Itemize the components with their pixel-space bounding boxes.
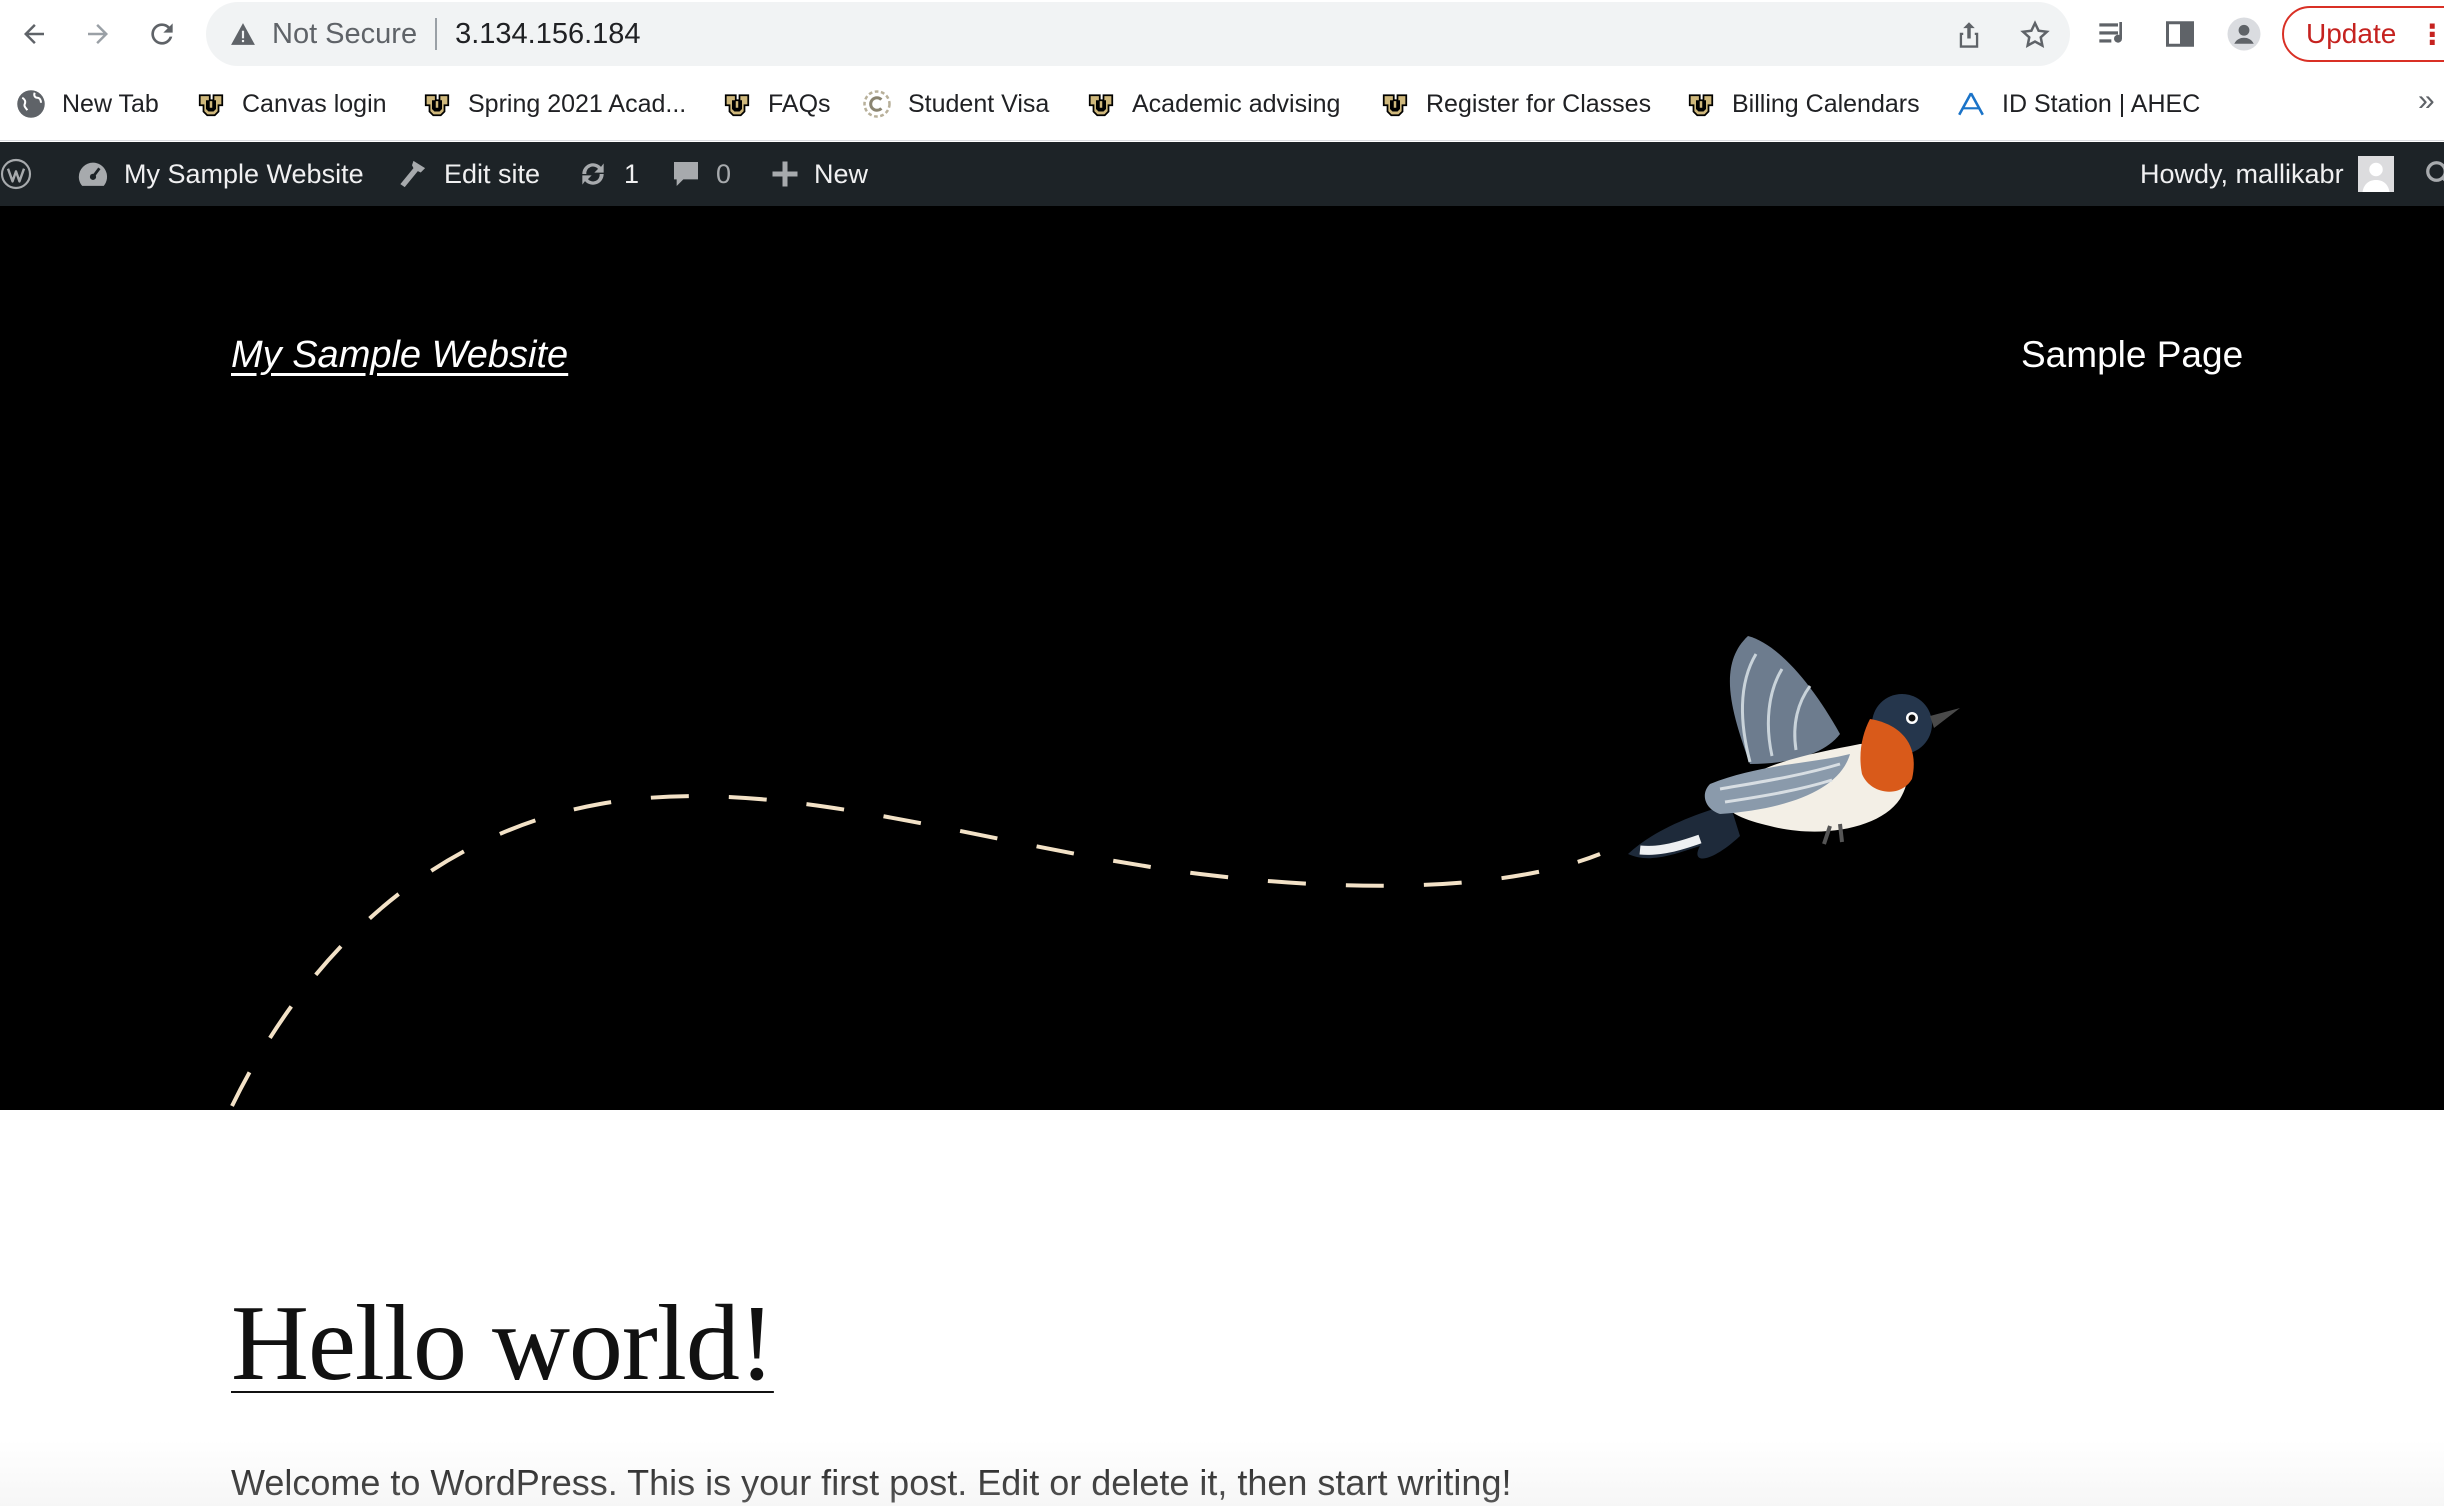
bird-illustration <box>1628 636 1960 859</box>
bookmark-label: Student Visa <box>908 89 1050 118</box>
update-label: Update <box>2306 18 2397 49</box>
bookmark-canvas-login[interactable]: Canvas login <box>196 84 387 124</box>
adminbar-updates[interactable]: 1 <box>576 142 639 206</box>
bookmark-spring-2021[interactable]: Spring 2021 Acad... <box>422 84 686 124</box>
bookmark-student-visa[interactable]: Student Visa <box>862 84 1049 124</box>
bookmark-label: Spring 2021 Acad... <box>468 89 687 118</box>
warning-triangle-icon <box>228 19 258 49</box>
c-logo-icon <box>862 89 892 119</box>
cu-logo-icon <box>196 89 226 119</box>
back-button[interactable] <box>14 14 54 54</box>
edit-site-label: Edit site <box>444 158 541 189</box>
adminbar-new[interactable]: New <box>770 142 868 206</box>
bookmark-label: Canvas login <box>242 89 387 118</box>
reload-button[interactable] <box>142 14 182 54</box>
howdy-label: Howdy, mallikabr <box>2140 158 2344 189</box>
post-title-link[interactable]: Hello world! <box>231 1282 775 1406</box>
bookmark-star-icon[interactable] <box>2018 18 2052 52</box>
site-name-label: My Sample Website <box>124 158 364 189</box>
more-menu-icon[interactable]: ⋮ <box>2418 18 2444 51</box>
dashboard-gauge-icon <box>78 162 108 186</box>
ahec-logo-icon <box>1956 89 1986 119</box>
post-excerpt: Welcome to WordPress. This is your first… <box>231 1462 1512 1503</box>
bookmark-academic-advising[interactable]: Academic advising <box>1086 84 1340 124</box>
bookmark-label: ID Station | AHEC <box>2002 89 2201 118</box>
bookmark-id-station[interactable]: ID Station | AHEC <box>1956 84 2200 124</box>
side-panel-icon[interactable] <box>2162 16 2198 52</box>
bookmark-label: Billing Calendars <box>1732 89 1920 118</box>
reload-icon <box>151 23 173 45</box>
media-controls-icon[interactable] <box>2096 16 2132 52</box>
adminbar-edit-site[interactable]: Edit site <box>394 142 540 206</box>
forward-button[interactable] <box>78 14 118 54</box>
bookmark-label: FAQs <box>768 89 831 118</box>
bookmark-faqs[interactable]: FAQs <box>722 84 831 124</box>
bookmark-register-classes[interactable]: Register for Classes <box>1380 84 1651 124</box>
bookmark-label: Academic advising <box>1132 89 1341 118</box>
browser-toolbar: Not Secure 3.134.156.184 Update ⋮ <box>0 0 2444 68</box>
hammer-icon <box>400 160 426 188</box>
new-label: New <box>814 158 869 189</box>
cu-logo-icon <box>1686 89 1716 119</box>
comment-bubble-icon <box>674 162 698 186</box>
updates-icon <box>582 163 604 185</box>
cu-logo-icon <box>1380 89 1410 119</box>
adminbar-comments[interactable]: 0 <box>670 142 731 206</box>
wp-admin-bar: My Sample Website Edit site 1 0 New Howd… <box>0 142 2444 206</box>
bookmark-label: New Tab <box>62 89 159 118</box>
cu-logo-icon <box>1086 89 1116 119</box>
update-button[interactable]: Update ⋮ <box>2282 6 2444 62</box>
adminbar-search[interactable] <box>2424 142 2444 206</box>
bookmarks-overflow-button[interactable]: » <box>2418 84 2435 118</box>
bookmark-new-tab[interactable]: New Tab <box>16 84 159 124</box>
address-bar[interactable]: Not Secure 3.134.156.184 <box>206 2 2070 66</box>
bookmarks-bar: New Tab Canvas login Spring 2021 Acad...… <box>0 68 2444 141</box>
omnibox-divider <box>435 18 438 50</box>
site-header-hero: My Sample Website Sample Page <box>0 206 2444 1110</box>
wordpress-logo-icon <box>0 158 32 190</box>
adminbar-account[interactable]: Howdy, mallikabr <box>2140 142 2394 206</box>
wp-logo-button[interactable] <box>0 142 46 206</box>
security-status[interactable]: Not Secure <box>272 18 417 51</box>
cu-logo-icon <box>722 89 752 119</box>
cu-logo-icon <box>422 89 452 119</box>
forward-arrow-icon <box>88 24 108 44</box>
profile-avatar-icon[interactable] <box>2226 16 2262 52</box>
back-arrow-icon <box>24 24 44 44</box>
url-text[interactable]: 3.134.156.184 <box>455 18 640 51</box>
bookmark-billing-calendars[interactable]: Billing Calendars <box>1686 84 1920 124</box>
avatar <box>2357 156 2394 192</box>
comments-count: 0 <box>716 158 732 189</box>
flight-path-dashes <box>230 794 1601 1107</box>
share-icon[interactable] <box>1952 18 1986 52</box>
plus-icon <box>772 161 798 187</box>
globe-icon <box>16 89 46 119</box>
updates-count: 1 <box>624 158 640 189</box>
search-icon <box>2426 161 2444 182</box>
bookmark-label: Register for Classes <box>1426 89 1652 118</box>
adminbar-site-name[interactable]: My Sample Website <box>76 142 364 206</box>
